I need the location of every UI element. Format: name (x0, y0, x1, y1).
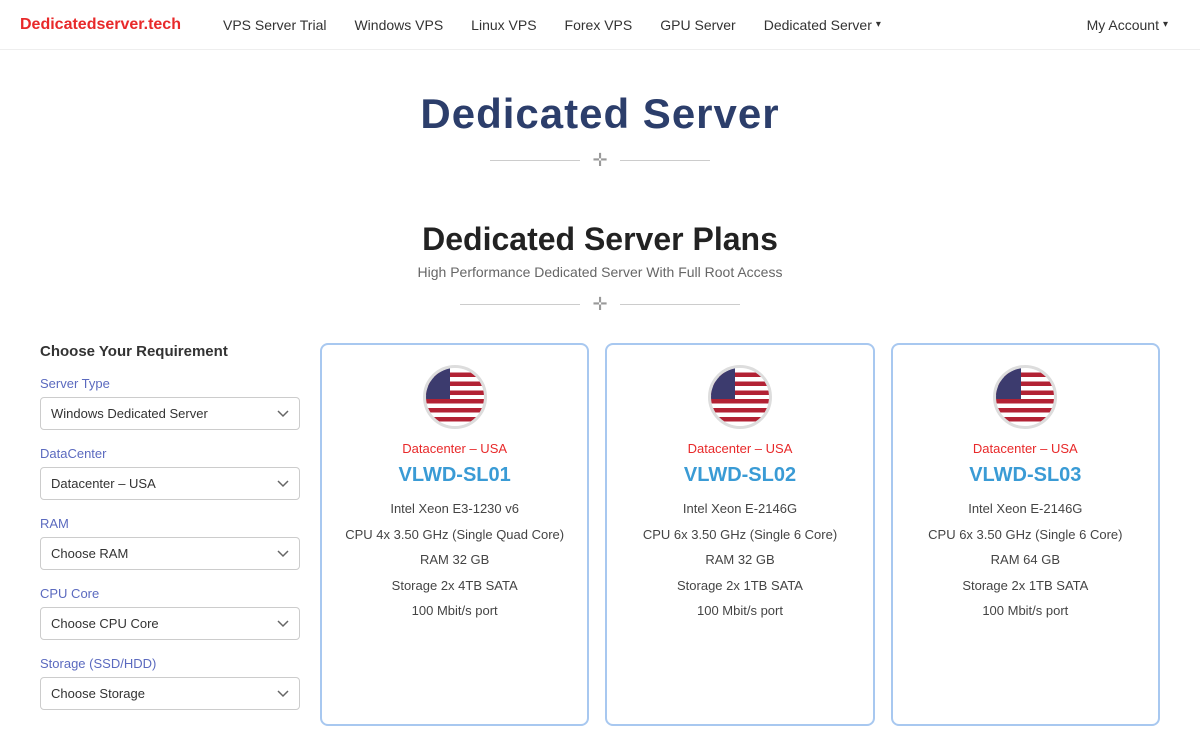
hero-divider: ✛ (20, 150, 1180, 171)
card3-cpu-model: Intel Xeon E-2146G (909, 499, 1142, 519)
plans-header: Dedicated Server Plans High Performance … (20, 221, 1180, 280)
card3-ram: RAM 64 GB (909, 550, 1142, 570)
navbar: Dedicatedserver.tech VPS Server Trial Wi… (0, 0, 1200, 50)
card2-ram: RAM 32 GB (623, 550, 856, 570)
filter-server-type-label: Server Type (40, 376, 300, 391)
account-chevron-icon: ▾ (1163, 19, 1168, 30)
brand-logo[interactable]: Dedicatedserver.tech (20, 16, 181, 34)
nav-gpu-server[interactable]: GPU Server (648, 11, 747, 39)
filter-cpu-core-label: CPU Core (40, 586, 300, 601)
plans-section: Dedicated Server Plans High Performance … (0, 191, 1200, 756)
card3-datacenter: Datacenter – USA (909, 441, 1142, 456)
card1-cpu-spec: CPU 4x 3.50 GHz (Single Quad Core) (338, 525, 571, 545)
filter-server-type: Server Type Windows Dedicated Server Lin… (40, 376, 300, 430)
filter-cpu-core: CPU Core Choose CPU Core 4 Core 6 Core 8… (40, 586, 300, 640)
nav-dedicated-server[interactable]: Dedicated Server ▾ (752, 11, 893, 39)
plans-subtitle: High Performance Dedicated Server With F… (20, 264, 1180, 280)
flag-us-image-3 (996, 368, 1054, 426)
cards-area: Datacenter – USA VLWD-SL01 Intel Xeon E3… (320, 343, 1160, 726)
sidebar: Choose Your Requirement Server Type Wind… (40, 343, 300, 726)
card2-storage: Storage 2x 1TB SATA (623, 576, 856, 596)
card2-cpu-spec: CPU 6x 3.50 GHz (Single 6 Core) (623, 525, 856, 545)
sidebar-title: Choose Your Requirement (40, 343, 300, 360)
storage-select[interactable]: Choose Storage (40, 677, 300, 710)
section-divider: ✛ (20, 294, 1180, 315)
flag-usa-3 (993, 365, 1057, 429)
filter-datacenter-label: DataCenter (40, 446, 300, 461)
card3-name: VLWD-SL03 (909, 464, 1142, 487)
nav-right: My Account ▾ (1075, 11, 1180, 39)
nav-linux-vps[interactable]: Linux VPS (459, 11, 548, 39)
server-card-1: Datacenter – USA VLWD-SL01 Intel Xeon E3… (320, 343, 589, 726)
datacenter-select[interactable]: Datacenter – USA Datacenter – EU Datacen… (40, 467, 300, 500)
flag-us-image-2 (711, 368, 769, 426)
flag-us-image-1 (426, 368, 484, 426)
flag-usa-1 (423, 365, 487, 429)
ram-select[interactable]: Choose RAM 32 GB 64 GB 128 GB (40, 537, 300, 570)
nav-forex-vps[interactable]: Forex VPS (553, 11, 645, 39)
card3-bandwidth: 100 Mbit/s port (909, 601, 1142, 621)
plans-title: Dedicated Server Plans (20, 221, 1180, 258)
hero-section: Dedicated Server ✛ (0, 50, 1200, 191)
cpu-core-select[interactable]: Choose CPU Core 4 Core 6 Core 8 Core (40, 607, 300, 640)
card2-datacenter: Datacenter – USA (623, 441, 856, 456)
card2-bandwidth: 100 Mbit/s port (623, 601, 856, 621)
card3-storage: Storage 2x 1TB SATA (909, 576, 1142, 596)
flag-usa-2 (708, 365, 772, 429)
hero-title: Dedicated Server (20, 90, 1180, 138)
server-type-select[interactable]: Windows Dedicated Server Linux Dedicated… (40, 397, 300, 430)
filter-storage: Storage (SSD/HDD) Choose Storage (40, 656, 300, 710)
nav-links: VPS Server Trial Windows VPS Linux VPS F… (211, 11, 1075, 39)
filter-ram: RAM Choose RAM 32 GB 64 GB 128 GB (40, 516, 300, 570)
card2-name: VLWD-SL02 (623, 464, 856, 487)
server-card-3: Datacenter – USA VLWD-SL03 Intel Xeon E-… (891, 343, 1160, 726)
divider-line-right (620, 160, 710, 161)
card2-cpu-model: Intel Xeon E-2146G (623, 499, 856, 519)
nav-windows-vps[interactable]: Windows VPS (342, 11, 455, 39)
filter-datacenter: DataCenter Datacenter – USA Datacenter –… (40, 446, 300, 500)
card1-name: VLWD-SL01 (338, 464, 571, 487)
section-divider-line-right (620, 304, 740, 305)
section-divider-line-left (460, 304, 580, 305)
card3-cpu-spec: CPU 6x 3.50 GHz (Single 6 Core) (909, 525, 1142, 545)
my-account-button[interactable]: My Account ▾ (1075, 11, 1180, 39)
card1-datacenter: Datacenter – USA (338, 441, 571, 456)
card1-ram: RAM 32 GB (338, 550, 571, 570)
section-cross-icon: ✛ (592, 294, 607, 315)
filter-storage-label: Storage (SSD/HDD) (40, 656, 300, 671)
chevron-down-icon: ▾ (876, 19, 881, 30)
content-area: Choose Your Requirement Server Type Wind… (20, 343, 1180, 726)
divider-line-left (490, 160, 580, 161)
hero-cross-icon: ✛ (592, 150, 607, 171)
card1-storage: Storage 2x 4TB SATA (338, 576, 571, 596)
card1-bandwidth: 100 Mbit/s port (338, 601, 571, 621)
card1-cpu-model: Intel Xeon E3-1230 v6 (338, 499, 571, 519)
server-card-2: Datacenter – USA VLWD-SL02 Intel Xeon E-… (605, 343, 874, 726)
nav-vps-trial[interactable]: VPS Server Trial (211, 11, 338, 39)
filter-ram-label: RAM (40, 516, 300, 531)
